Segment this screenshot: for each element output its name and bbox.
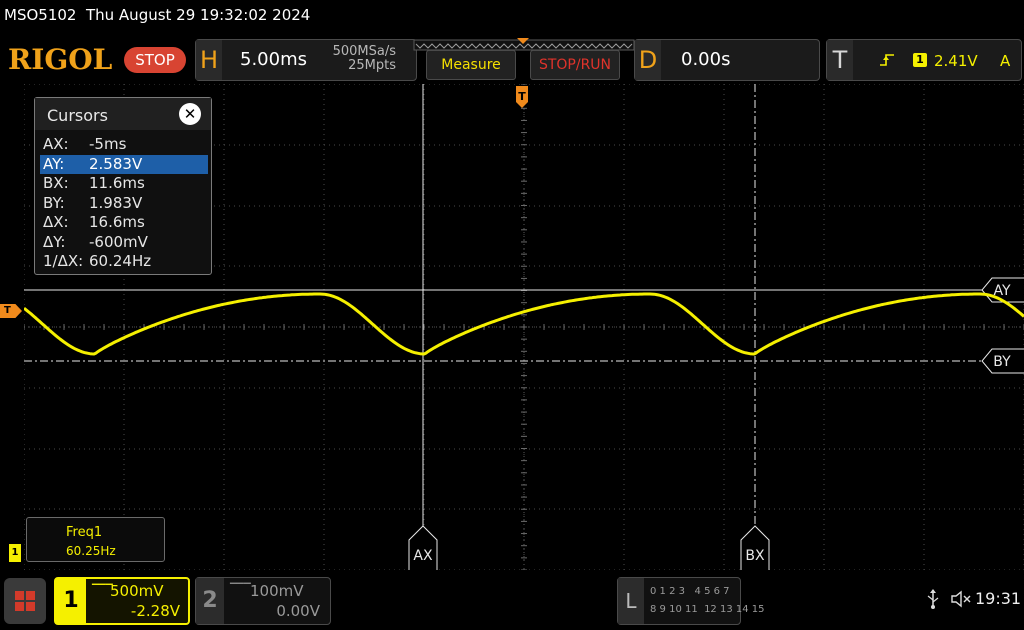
cursor-row-key: AY: bbox=[43, 154, 65, 173]
cursor-row[interactable]: BX: 11.6ms bbox=[40, 174, 208, 193]
rising-edge-icon bbox=[880, 54, 894, 66]
delay-panel[interactable]: D 0.00s bbox=[634, 39, 820, 81]
cursor-row[interactable]: BY: 1.983V bbox=[40, 194, 208, 213]
top-status-bar: RIGOL STOP H 5.00ms 500MSa/s 25Mpts Meas… bbox=[0, 34, 1024, 84]
cursor-row-key: AX: bbox=[43, 135, 69, 153]
freq-measurement-box[interactable]: Freq1 60.25Hz bbox=[26, 517, 165, 562]
cursor-ax-label: AX bbox=[413, 548, 433, 564]
channel1-panel[interactable]: 1 ▔▔▔ 500mV -2.28V bbox=[54, 577, 190, 625]
channel1-scale: 500mV bbox=[110, 582, 164, 600]
usb-icon bbox=[927, 589, 939, 609]
cursor-row-key: ΔY: bbox=[43, 232, 66, 251]
trigger-level-marker[interactable]: T bbox=[0, 304, 22, 318]
channel1-offset: -2.28V bbox=[130, 602, 180, 620]
delay-letter: D bbox=[635, 40, 661, 80]
channel2-panel[interactable]: 2 ▔▔▔ 100mV 0.00V bbox=[195, 577, 331, 625]
cursor-row-key: 1/ΔX: bbox=[43, 252, 84, 270]
dc-coupling-icon: ▔▔▔ bbox=[230, 584, 251, 594]
channel2-scale: 100mV bbox=[250, 582, 304, 600]
cursor-row-value: -600mV bbox=[89, 232, 148, 251]
run-state-badge[interactable]: STOP bbox=[124, 47, 186, 73]
cursor-by-label: BY bbox=[993, 354, 1011, 370]
cursor-row-value: 60.24Hz bbox=[89, 252, 152, 270]
bottom-status-bar: 1 ▔▔▔ 500mV -2.28V 2 ▔▔▔ 100mV 0.00V L 0… bbox=[0, 572, 1024, 630]
cursor-row[interactable]: 1/ΔX: 60.24Hz bbox=[40, 252, 208, 271]
trigger-mode: A bbox=[1000, 52, 1011, 70]
title-text: MSO5102 Thu August 29 19:32:02 2024 bbox=[4, 6, 311, 24]
cursor-row-value: 1.983V bbox=[89, 193, 143, 212]
cursors-title: Cursors bbox=[47, 106, 108, 125]
trigger-source-badge: 1 bbox=[913, 53, 927, 67]
channel2-offset: 0.00V bbox=[276, 602, 320, 620]
logic-channels-row1: 0 1 2 3 4 5 6 7 bbox=[650, 586, 730, 597]
cursor-row[interactable]: ΔX: 16.6ms bbox=[40, 213, 208, 232]
delay-value: 0.00s bbox=[681, 49, 731, 70]
cursor-row[interactable]: AX: -5ms bbox=[40, 135, 208, 154]
cursor-row-value: -5ms bbox=[89, 135, 127, 153]
cursor-row-value: 2.583V bbox=[89, 154, 143, 173]
sample-rate: 500MSa/s bbox=[332, 44, 396, 59]
cursor-row-key: BX: bbox=[43, 174, 69, 192]
cursor-row-key: ΔX: bbox=[43, 213, 69, 231]
trigger-level: 2.41V bbox=[934, 52, 978, 70]
logic-letter: L bbox=[618, 578, 644, 624]
cursor-row[interactable]: AY: 2.583V bbox=[40, 154, 208, 174]
channel1-ground-marker[interactable]: 1 bbox=[9, 544, 21, 562]
trigger-position-label: T bbox=[518, 90, 526, 103]
cursors-header: Cursors ✕ bbox=[35, 98, 211, 130]
trigger-letter: T bbox=[827, 40, 853, 80]
grid-menu-icon[interactable] bbox=[4, 578, 46, 624]
cursor-row-value: 11.6ms bbox=[89, 174, 145, 192]
horizontal-letter: H bbox=[196, 40, 222, 80]
timebase-value: 5.00ms bbox=[240, 49, 307, 70]
cursor-bx-label: BX bbox=[745, 548, 765, 564]
measure-button[interactable]: Measure bbox=[426, 50, 516, 80]
stop-run-button[interactable]: STOP/RUN bbox=[530, 50, 620, 80]
cursors-dialog: Cursors ✕ AX: -5ms AY: 2.583V BX: 11.6ms BY: 1.… bbox=[34, 97, 212, 275]
memory-depth: 25Mpts bbox=[348, 58, 396, 73]
horizontal-panel[interactable]: H 5.00ms 500MSa/s 25Mpts bbox=[195, 39, 417, 81]
rigol-logo: RIGOL bbox=[8, 43, 113, 76]
close-icon[interactable]: ✕ bbox=[179, 103, 201, 125]
freq-value: 60.25Hz bbox=[66, 544, 116, 558]
logic-channels-row2: 8 9 10 11 12 13 14 15 bbox=[650, 604, 765, 615]
freq-label: Freq1 bbox=[66, 525, 103, 540]
trigger-panel[interactable]: T 1 2.41V A bbox=[826, 39, 1022, 81]
logic-panel[interactable]: L 0 1 2 3 4 5 6 7 8 9 10 11 12 13 14 15 bbox=[617, 577, 765, 625]
title-bar: MSO5102 Thu August 29 19:32:02 2024 bbox=[0, 0, 1024, 34]
cursor-row[interactable]: ΔY: -600mV bbox=[40, 233, 208, 252]
channel2-number: 2 bbox=[196, 578, 224, 624]
channel1-number: 1 bbox=[56, 579, 86, 623]
cursor-row-value: 16.6ms bbox=[89, 213, 145, 231]
clock: 19:31 bbox=[975, 589, 1022, 608]
speaker-muted-icon[interactable] bbox=[950, 590, 972, 608]
cursor-row-key: BY: bbox=[43, 193, 65, 212]
